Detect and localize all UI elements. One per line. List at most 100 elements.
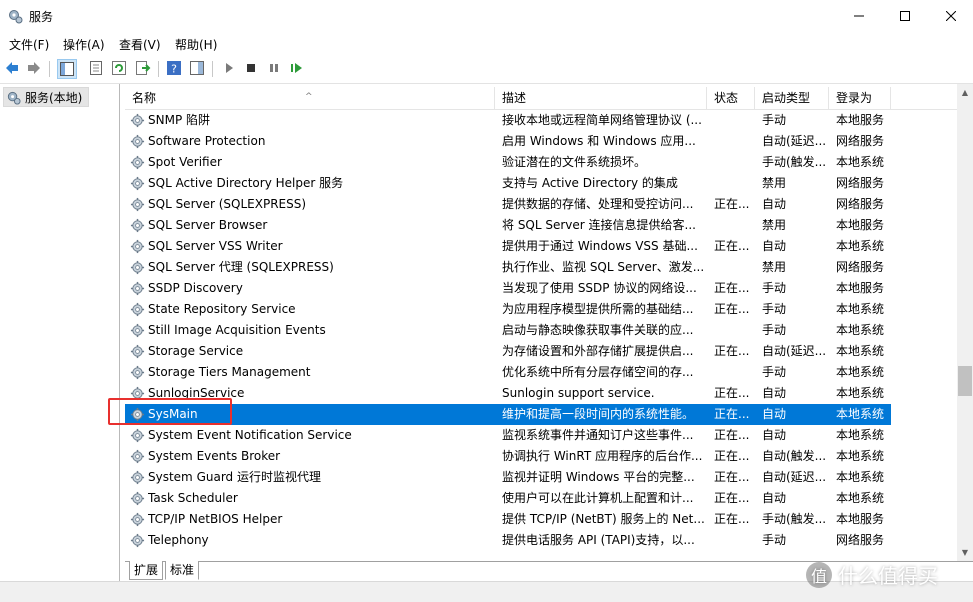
scroll-up-arrow-icon[interactable]: ▲ [957,84,973,101]
service-status: 正在... [714,386,750,400]
service-row-selected[interactable]: SysMain 维护和提高一段时间内的系统性能。 正在... 自动 本地系统 [125,404,891,425]
tree-item-services-local[interactable]: 服务(本地) [3,87,90,107]
properties-button[interactable] [87,59,105,77]
service-startup-type: 禁用 [762,260,787,274]
column-header-name[interactable]: 名称 ^ [125,87,495,109]
service-row[interactable]: System Guard 运行时监视代理 监视并证明 Windows 平台的完整.… [125,467,891,488]
tab-extended[interactable]: 扩展 [129,561,164,580]
toolbar-separator [158,61,159,77]
service-startup-type: 手动 [762,533,787,547]
service-row[interactable]: SNMP 陷阱 接收本地或远程简单网络管理协议 (... 手动 本地服务 [125,110,891,131]
toolbar-separator [212,61,213,77]
column-header-status[interactable]: 状态 [707,87,755,109]
service-row[interactable]: Storage Service 为存储设置和外部存储扩展提供启... 正在... 自动… [125,341,891,362]
action-pane-icon [190,61,204,75]
stop-service-button[interactable] [242,59,260,77]
service-row[interactable]: Software Protection 启用 Windows 和 Windows … [125,131,891,152]
service-startup-type: 禁用 [762,218,787,232]
service-log-on-as: 网络服务 [836,260,885,274]
service-row[interactable]: TCP/IP NetBIOS Helper 提供 TCP/IP (NetBT) 服… [125,509,891,530]
export-list-button[interactable] [134,59,152,77]
service-row[interactable]: SSDP Discovery 当发现了使用 SSDP 协议的网络设... 正在...… [125,278,891,299]
service-row[interactable]: SQL Active Directory Helper 服务 支持与 Active… [125,173,891,194]
restart-service-button[interactable] [288,59,306,77]
service-gear-icon [130,218,145,233]
column-header-description[interactable]: 描述 [495,87,707,109]
restart-icon [291,63,302,73]
service-status [714,320,755,341]
menu-action[interactable]: 操作(A) [63,36,105,53]
service-row[interactable]: Telephony 提供电话服务 API (TAPI)支持，以... 手动 网络服务 [125,530,891,551]
service-status: 正在... [714,491,750,505]
export-icon [136,61,151,75]
service-row[interactable]: Storage Tiers Management 优化系统中所有分层存储空间的存.… [125,362,891,383]
service-startup-type: 手动(触发... [762,512,827,526]
pause-service-button[interactable] [265,59,283,77]
service-gear-icon [130,197,145,212]
service-name: System Events Broker [148,449,281,463]
service-description: Sunlogin support service. [502,386,655,400]
service-startup-type: 手动 [762,365,787,379]
scrollbar-thumb[interactable] [958,366,972,396]
start-service-button[interactable] [220,59,238,77]
scroll-down-arrow-icon[interactable]: ▼ [957,544,973,561]
service-gear-icon [130,491,145,506]
refresh-button[interactable] [110,59,128,77]
service-gear-icon [130,239,145,254]
close-button[interactable] [928,0,973,32]
show-action-pane-button[interactable] [188,59,206,77]
service-status: 正在... [714,428,750,442]
console-tree-pane: 服务(本地) [0,84,120,581]
minimize-button[interactable] [836,0,882,32]
service-row[interactable]: System Events Broker 协调执行 WinRT 应用程序的后台作.… [125,446,891,467]
vertical-scrollbar[interactable]: ▲ ▼ [957,84,973,561]
column-header-log-on-as[interactable]: 登录为 [829,87,891,109]
service-gear-icon [130,470,145,485]
service-log-on-as: 本地系统 [836,344,885,358]
service-row[interactable]: SQL Server 代理 (SQLEXPRESS) 执行作业、监视 SQL Se… [125,257,891,278]
column-header-startup-type[interactable]: 启动类型 [755,87,829,109]
service-description: 将 SQL Server 连接信息提供给客... [502,218,696,232]
service-log-on-as: 本地系统 [836,302,885,316]
service-row[interactable]: Task Scheduler 使用户可以在此计算机上配置和计... 正在... 自动 本… [125,488,891,509]
service-status: 正在... [714,281,750,295]
service-row[interactable]: System Event Notification Service 监视系统事件并… [125,425,891,446]
service-row[interactable]: Spot Verifier 验证潜在的文件系统损坏。 手动(触发... 本地系统 [125,152,891,173]
menu-view[interactable]: 查看(V) [119,36,161,53]
show-console-tree-button[interactable] [57,59,77,79]
service-log-on-as: 本地系统 [836,386,885,400]
service-name: Task Scheduler [148,491,238,505]
service-description: 启动与静态映像获取事件关联的应... [502,323,694,337]
service-startup-type: 手动(触发... [762,155,827,169]
service-gear-icon [130,428,145,443]
maximize-button[interactable] [882,0,928,32]
service-row[interactable]: SunloginService Sunlogin support service.… [125,383,891,404]
service-row[interactable]: SQL Server VSS Writer 提供用于通过 Windows VSS … [125,236,891,257]
help-button[interactable]: ? [165,59,183,77]
service-description: 当发现了使用 SSDP 协议的网络设... [502,281,697,295]
service-row[interactable]: SQL Server Browser 将 SQL Server 连接信息提供给客.… [125,215,891,236]
menu-help[interactable]: 帮助(H) [175,36,217,53]
service-log-on-as: 网络服务 [836,134,885,148]
service-status [714,215,755,236]
service-name: System Guard 运行时监视代理 [148,470,321,484]
back-button[interactable] [3,59,21,77]
service-startup-type: 手动 [762,323,787,337]
service-startup-type: 禁用 [762,176,787,190]
service-row[interactable]: State Repository Service 为应用程序模型提供所需的基础结.… [125,299,891,320]
service-name: TCP/IP NetBIOS Helper [148,512,283,526]
service-status: 正在... [714,512,750,526]
service-name: SQL Server (SQLEXPRESS) [148,197,307,211]
menu-file[interactable]: 文件(F) [9,36,49,53]
forward-button[interactable] [25,59,43,77]
service-row[interactable]: Still Image Acquisition Events 启动与静态映像获取事… [125,320,891,341]
service-name: SQL Active Directory Helper 服务 [148,176,344,190]
services-gear-icon [9,10,23,24]
stop-icon [247,64,255,72]
service-startup-type: 自动(延迟... [762,470,827,484]
service-startup-type: 自动 [762,197,787,211]
title-bar: 服务 [0,0,973,32]
service-name: SNMP 陷阱 [148,113,210,127]
service-row[interactable]: SQL Server (SQLEXPRESS) 提供数据的存储、处理和受控访问..… [125,194,891,215]
tab-standard[interactable]: 标准 [165,561,200,580]
